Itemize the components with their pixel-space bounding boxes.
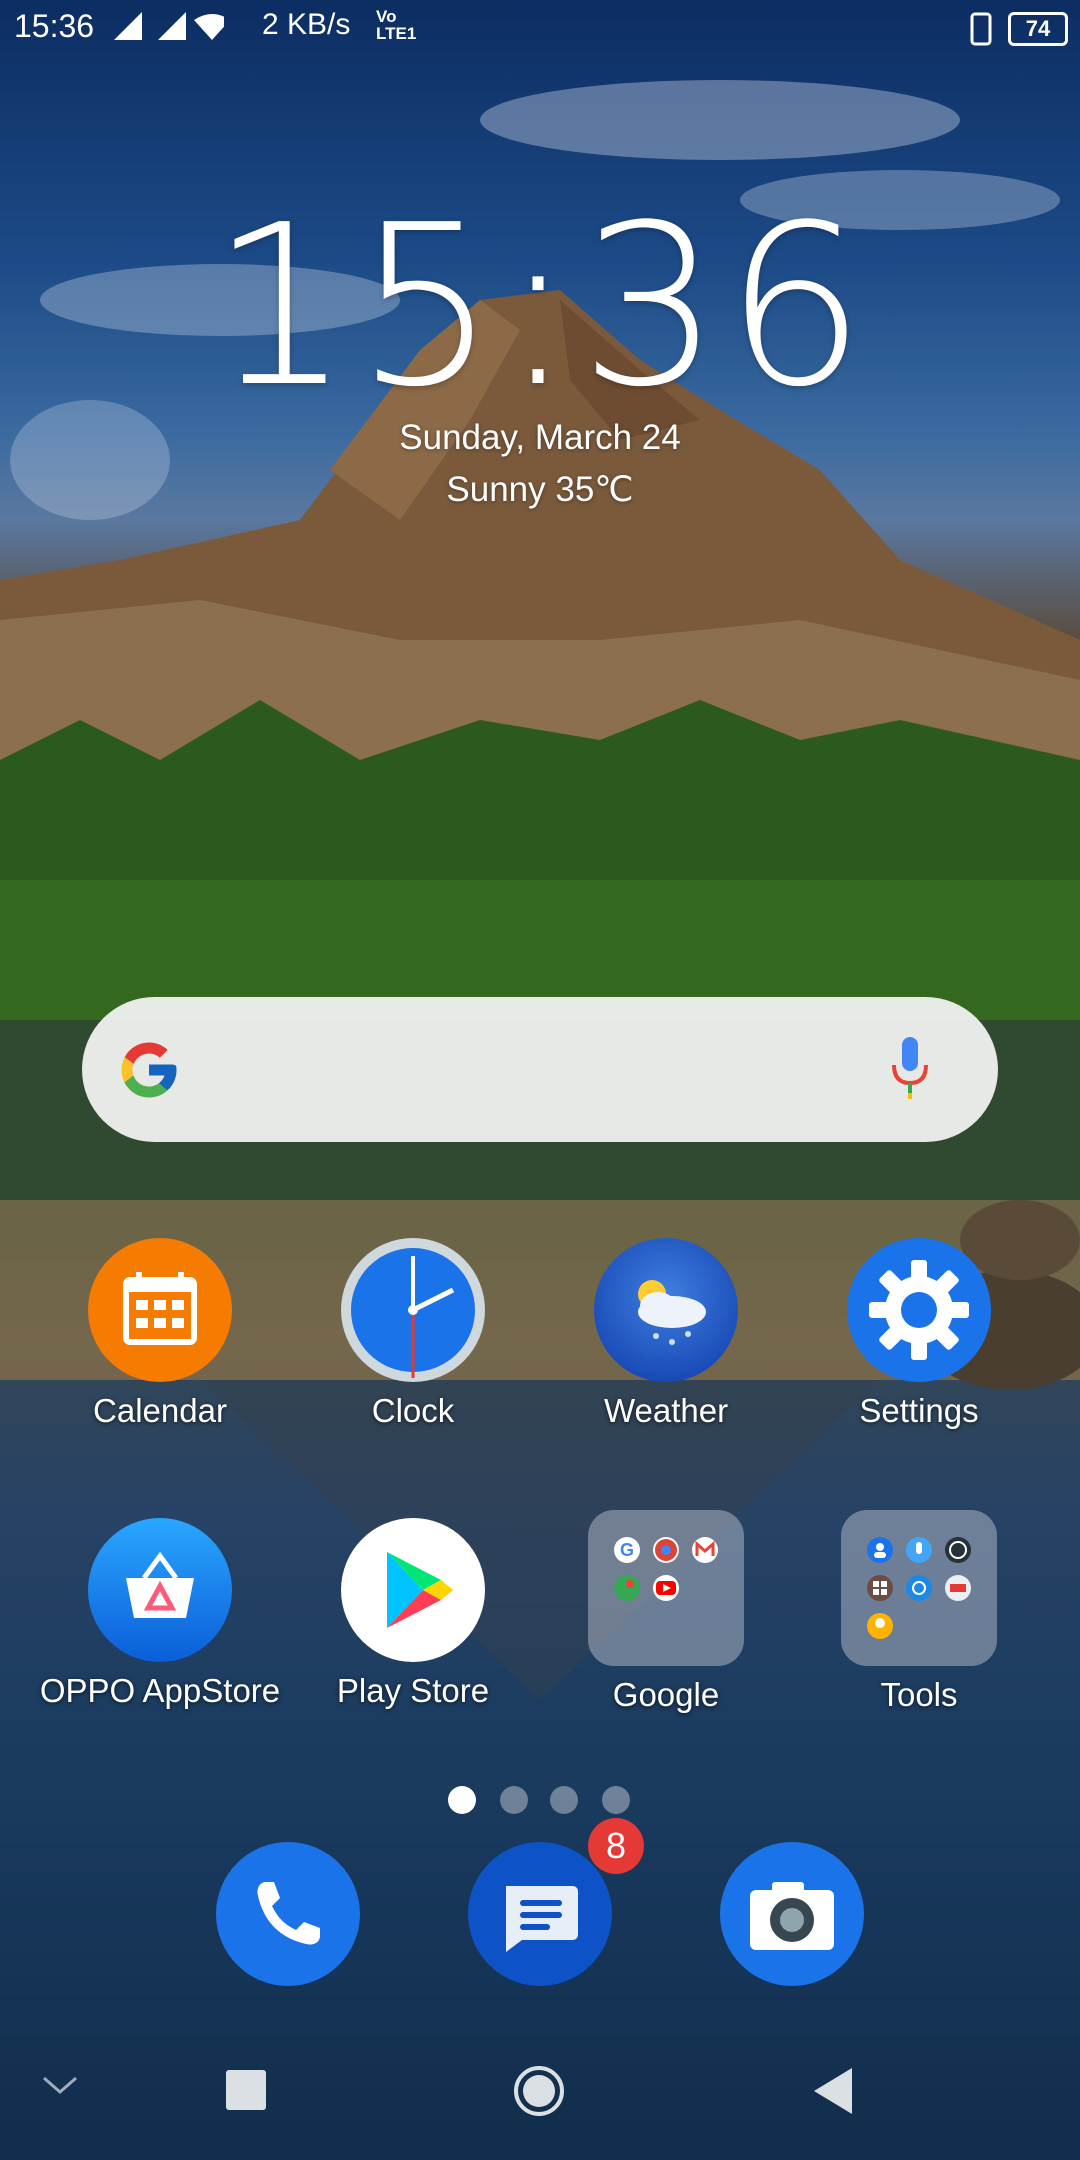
- clock-widget-weather[interactable]: Sunny 35℃: [0, 470, 1080, 510]
- clock-widget-time[interactable]: 15:36: [0, 196, 1080, 418]
- dock-messages[interactable]: [468, 1842, 612, 1986]
- nav-home-button[interactable]: [512, 2064, 566, 2118]
- app-label: OPPO AppStore: [39, 1672, 281, 1709]
- app-label: Settings: [859, 1392, 979, 1429]
- battery-icon: 74: [1008, 12, 1068, 46]
- app-label: Weather: [603, 1392, 729, 1429]
- clock-widget-date[interactable]: Sunday, March 24: [0, 418, 1080, 458]
- phone-icon: [257, 1882, 320, 1945]
- folder-icon: G: [588, 1510, 744, 1666]
- svg-text:G: G: [620, 1540, 634, 1560]
- app-oppo-appstore[interactable]: OPPO AppStore: [35, 1518, 285, 1710]
- folder-icon: [841, 1510, 997, 1666]
- page-indicator-dot[interactable]: [550, 1786, 578, 1814]
- page-indicator-dot[interactable]: [602, 1786, 630, 1814]
- appstore-icon: [88, 1518, 232, 1662]
- app-label: Play Store: [336, 1672, 490, 1709]
- dock-camera[interactable]: [720, 1842, 864, 1986]
- nav-collapse-icon[interactable]: [40, 2070, 80, 2100]
- calendar-icon: [88, 1238, 232, 1382]
- nav-back-button[interactable]: [812, 2066, 856, 2116]
- app-play-store[interactable]: Play Store: [288, 1518, 538, 1710]
- messages-icon: [506, 1886, 578, 1952]
- app-calendar[interactable]: Calendar: [35, 1238, 285, 1430]
- app-label: Google: [612, 1676, 720, 1713]
- gear-icon: [847, 1238, 991, 1382]
- play-store-icon: [341, 1518, 485, 1662]
- phone-status-icon: [970, 12, 992, 46]
- app-label: Tools: [880, 1676, 958, 1713]
- volte-indicator: Vo LTE1: [376, 7, 417, 43]
- google-search-bar[interactable]: [82, 997, 998, 1142]
- app-clock[interactable]: Clock: [288, 1238, 538, 1430]
- messages-badge: 8: [588, 1818, 644, 1874]
- app-label: Clock: [371, 1392, 455, 1429]
- app-weather[interactable]: Weather: [541, 1238, 791, 1430]
- camera-icon: [750, 1882, 834, 1950]
- folder-tools[interactable]: Tools: [794, 1510, 1044, 1714]
- clock-icon: [341, 1238, 485, 1382]
- nav-recents-button[interactable]: [226, 2070, 266, 2110]
- app-label: Calendar: [93, 1392, 227, 1429]
- page-indicator-dot-active[interactable]: [448, 1786, 476, 1814]
- folder-google[interactable]: G Google: [541, 1510, 791, 1714]
- dock-phone[interactable]: [216, 1842, 360, 1986]
- weather-icon: [594, 1238, 738, 1382]
- home-screen: 15:36 2 KB/s Vo LTE1 74 15:36 Sunday, Ma…: [0, 0, 1080, 2160]
- app-settings[interactable]: Settings: [794, 1238, 1044, 1430]
- page-indicator-dot[interactable]: [500, 1786, 528, 1814]
- status-time: 15:36: [14, 8, 95, 44]
- network-speed: 2 KB/s: [262, 8, 351, 41]
- google-logo-icon: [121, 1042, 177, 1098]
- microphone-icon[interactable]: [890, 1035, 930, 1105]
- signal-icon: [114, 12, 224, 40]
